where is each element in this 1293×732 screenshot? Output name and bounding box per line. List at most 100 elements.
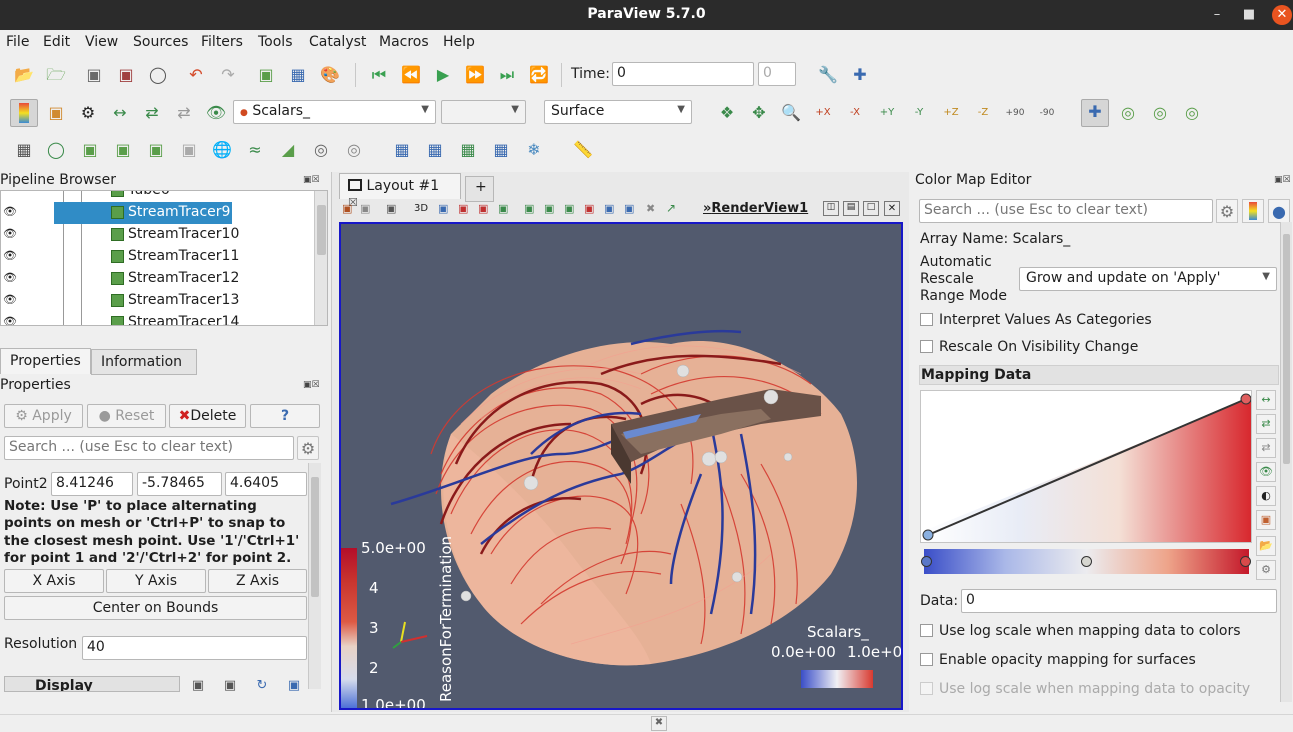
warp-icon[interactable]: ◢	[276, 138, 300, 162]
output-close-icon[interactable]: ✖	[651, 716, 667, 731]
z-axis-button[interactable]: Z Axis	[208, 569, 307, 593]
spreadsheet-icon[interactable]: ▦	[390, 138, 414, 162]
copy-icon[interactable]: ▣	[186, 674, 210, 698]
glyph-icon[interactable]: 🌐	[210, 138, 234, 162]
rescale-visible-range-icon[interactable]: 👁	[1256, 462, 1276, 482]
colormap-scrollbar[interactable]	[1280, 222, 1292, 702]
opacity-function-editor[interactable]	[920, 390, 1252, 543]
contour-icon[interactable]: ◯	[44, 138, 68, 162]
find-data-icon[interactable]: ▣	[254, 63, 278, 87]
camera-minus-z-icon[interactable]: -Z	[971, 101, 995, 125]
pipeline-item[interactable]: 👁 StreamTracer12	[1, 268, 315, 290]
render-view-label[interactable]: »RenderView1	[703, 201, 808, 216]
show-center-icon[interactable]: ◎	[1116, 101, 1140, 125]
help-button[interactable]: ?	[250, 404, 320, 428]
interpret-categories-checkbox[interactable]	[920, 313, 933, 326]
extract-subset-icon[interactable]: ▣	[177, 138, 201, 162]
camera-minus-x-icon[interactable]: -X	[843, 101, 867, 125]
color-point[interactable]	[1081, 556, 1092, 567]
camera-minus-y-icon[interactable]: -Y	[907, 101, 931, 125]
delete-button[interactable]: ✖Delete	[169, 404, 246, 428]
hover-points-icon[interactable]: ▣	[584, 202, 594, 215]
pipeline-item[interactable]: Tube6	[1, 191, 315, 202]
advanced-gear-icon[interactable]: ⚙	[297, 436, 319, 460]
paste-icon[interactable]: ▣	[218, 674, 242, 698]
threshold-icon[interactable]: ▣	[144, 138, 168, 162]
select-cells-icon[interactable]: ▣	[458, 202, 468, 215]
representation-combo[interactable]: Surface ▼	[544, 100, 692, 124]
close-view-icon[interactable]: ✕	[884, 201, 900, 216]
palette-icon[interactable]: 🎨	[318, 63, 342, 87]
add-macro-icon[interactable]: ✚	[848, 63, 872, 87]
point2-z-input[interactable]: 4.6405	[225, 472, 307, 496]
capture-settings-icon[interactable]: ▣	[360, 202, 370, 215]
menu-sources[interactable]: Sources	[133, 34, 188, 50]
group-datasets-icon[interactable]: ◎	[309, 138, 333, 162]
eye-icon[interactable]: 👁	[3, 293, 17, 306]
last-frame-icon[interactable]: ⏭	[495, 63, 519, 87]
menu-catalyst[interactable]: Catalyst	[309, 34, 366, 50]
rescale-custom-range-icon[interactable]: ⇄	[140, 101, 164, 125]
slice-icon[interactable]: ▣	[111, 138, 135, 162]
camera-plus-x-icon[interactable]: +X	[811, 101, 835, 125]
reset-camera-icon[interactable]: ❖	[715, 101, 739, 125]
select-points-icon[interactable]: ▣	[478, 202, 488, 215]
camera-plus-z-icon[interactable]: +Z	[939, 101, 963, 125]
select-frustum-icon[interactable]: ▣	[498, 202, 508, 215]
colormap-search-input[interactable]: Search ... (use Esc to clear text)	[919, 199, 1213, 223]
choose-preset-icon[interactable]: ▣	[1256, 510, 1276, 530]
toggle-color-legend-icon[interactable]	[10, 99, 38, 127]
save-data-icon[interactable]: ▣	[114, 63, 138, 87]
capture-icon[interactable]: ▣	[342, 202, 352, 215]
zoom-to-data-icon[interactable]: ✥	[747, 101, 771, 125]
minimize-icon[interactable]: –	[1207, 5, 1227, 25]
rescale-temporal-range-icon[interactable]: ⇄	[1256, 438, 1276, 458]
first-frame-icon[interactable]: ⏮	[367, 63, 391, 87]
extract-level-icon[interactable]: ◎	[342, 138, 366, 162]
shrink-selection-icon[interactable]: ▣	[624, 202, 634, 215]
log-opacity-checkbox[interactable]	[920, 682, 933, 695]
time-input[interactable]: 0	[612, 62, 754, 86]
tab-layout-1[interactable]: Layout #1 ☒	[339, 173, 461, 209]
properties-dock-icons[interactable]: ▣☒	[303, 380, 320, 390]
rescale-custom-icon[interactable]: ⇄	[1256, 414, 1276, 434]
add-layout-tab[interactable]: +	[465, 176, 494, 202]
log-scale-checkbox[interactable]	[920, 624, 933, 637]
advanced-settings-icon[interactable]: ⚙	[1256, 560, 1276, 580]
point2-x-input[interactable]: 8.41246	[51, 472, 133, 496]
loop-icon[interactable]: 🔁	[527, 63, 551, 87]
menu-tools[interactable]: Tools	[258, 34, 293, 50]
menu-macros[interactable]: Macros	[379, 34, 429, 50]
camera-plus-y-icon[interactable]: +Y	[875, 101, 899, 125]
time-index-spinbox[interactable]: 0	[758, 62, 796, 86]
pipeline-item-selected[interactable]: 👁 StreamTracer9	[1, 202, 315, 224]
component-combo[interactable]: ▼	[441, 100, 526, 124]
calculator-icon[interactable]: ▦	[12, 138, 36, 162]
select-polygon-icon[interactable]: ▣	[544, 202, 554, 215]
pipeline-dock-icons[interactable]: ▣☒	[303, 175, 320, 185]
load-state-icon[interactable]: 🗁	[44, 63, 68, 87]
colormap-dock-icons[interactable]: ▣☒	[1274, 175, 1291, 185]
ruler-icon[interactable]: 📏	[571, 138, 595, 162]
data-value-input[interactable]: 0	[961, 589, 1277, 613]
clip-icon[interactable]: ▣	[78, 138, 102, 162]
color-legend-icon[interactable]	[1242, 199, 1264, 223]
split-vertical-icon[interactable]: ▤	[843, 201, 859, 216]
render-view-viewport[interactable]: 5.0e+00 4 3 2 1.0e+00 ReasonForTerminati…	[339, 222, 903, 710]
tab-properties[interactable]: Properties	[0, 348, 91, 374]
invert-icon[interactable]: ◐	[1256, 486, 1276, 506]
properties-scrollbar[interactable]	[308, 463, 321, 689]
menu-view[interactable]: View	[85, 34, 118, 50]
resolution-input[interactable]: 40	[82, 636, 307, 660]
rescale-range-icon[interactable]: ↔	[1256, 390, 1276, 410]
separate-colormap-icon[interactable]: ●	[1268, 199, 1290, 223]
rotate-minus-90-icon[interactable]: -90	[1035, 101, 1059, 125]
probe-icon[interactable]: ▦	[423, 138, 447, 162]
reset-camera-small-icon[interactable]: ▣	[386, 202, 396, 215]
select-icon[interactable]: ▦	[286, 63, 310, 87]
center-on-bounds-button[interactable]: Center on Bounds	[4, 596, 307, 620]
ruler-small-icon[interactable]: ↗	[666, 201, 676, 215]
colormap-gear-icon[interactable]: ⚙	[1216, 199, 1238, 223]
select-block-icon[interactable]: ▣	[524, 202, 534, 215]
clear-selection-icon[interactable]: ✖	[646, 202, 655, 215]
